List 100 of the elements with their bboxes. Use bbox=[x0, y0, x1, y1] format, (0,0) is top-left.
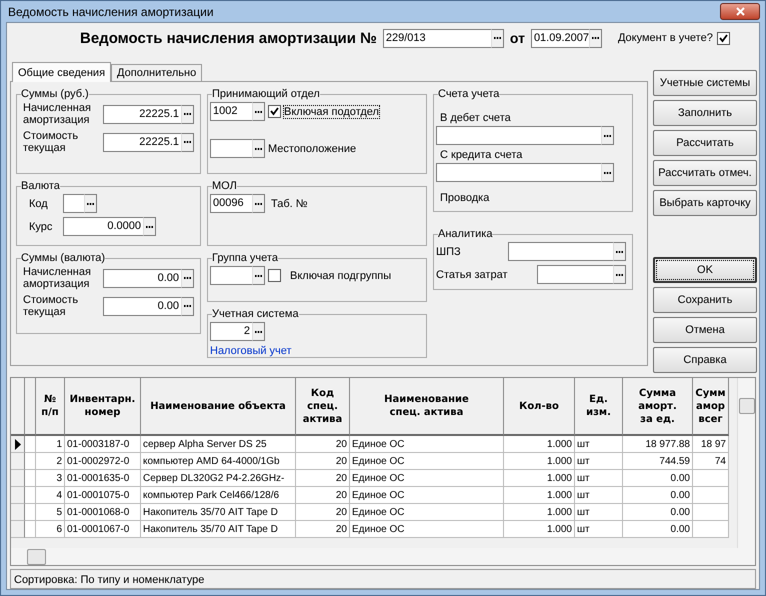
lookup-button[interactable] bbox=[181, 296, 194, 316]
lookup-field[interactable]: 00096 bbox=[210, 194, 252, 213]
group-title: МОЛ bbox=[212, 180, 237, 192]
checkbox[interactable] bbox=[268, 269, 281, 282]
group-title: Счета учета bbox=[438, 88, 500, 100]
field-label: Стоимость текущая bbox=[23, 294, 80, 318]
column-header[interactable]: Сумма аморт. за ед. bbox=[623, 378, 693, 436]
lookup-field[interactable]: 01.09.2007 bbox=[530, 28, 589, 48]
table-cell: 0.00 bbox=[623, 470, 693, 487]
column-header[interactable]: № п/п bbox=[36, 378, 65, 436]
lookup-button[interactable] bbox=[613, 265, 626, 284]
lookup-button[interactable] bbox=[252, 322, 265, 341]
lookup-field[interactable]: 1002 bbox=[210, 102, 252, 121]
lookup-button[interactable] bbox=[181, 104, 194, 124]
table-cell: 1.000 bbox=[504, 504, 575, 521]
table-cell: Единое ОС bbox=[350, 504, 504, 521]
checkbox[interactable] bbox=[716, 32, 730, 44]
vertical-scrollbar[interactable] bbox=[737, 378, 755, 548]
lookup-field[interactable]: 0.0000 bbox=[63, 217, 143, 236]
table-cell: 20 bbox=[296, 453, 350, 470]
action-button[interactable]: Рассчитать bbox=[653, 130, 757, 156]
lookup-button[interactable] bbox=[84, 194, 97, 213]
table-cell: компьютер AMD 64-4000/1Gb bbox=[141, 453, 296, 470]
lookup-button[interactable] bbox=[601, 163, 614, 182]
lookup-field[interactable]: 22225.1 bbox=[103, 132, 181, 152]
table-cell: шт bbox=[575, 487, 623, 504]
close-button[interactable] bbox=[720, 3, 760, 20]
column-header[interactable]: Сумм амор всег bbox=[693, 378, 729, 436]
table-cell: 18 97 bbox=[693, 436, 729, 453]
action-button[interactable]: Заполнить bbox=[653, 100, 757, 126]
lookup-button[interactable] bbox=[252, 139, 265, 158]
table-cell: 74 bbox=[693, 453, 729, 470]
lookup-button[interactable] bbox=[613, 242, 626, 261]
table-cell: 1.000 bbox=[504, 521, 575, 538]
checkbox-label: Включая подгруппы bbox=[290, 270, 392, 282]
lookup-button[interactable] bbox=[252, 266, 265, 285]
lookup-field[interactable]: 229/013 bbox=[382, 28, 491, 48]
lookup-button[interactable] bbox=[490, 28, 504, 48]
lookup-field[interactable]: 0.00 bbox=[103, 296, 181, 316]
table-cell: 1 bbox=[36, 436, 65, 453]
table-cell: Единое ОС bbox=[350, 470, 504, 487]
lookup-field[interactable] bbox=[436, 163, 601, 182]
action-button[interactable]: Сохранить bbox=[653, 287, 757, 313]
checkbox[interactable] bbox=[268, 105, 281, 118]
date-label: от bbox=[510, 30, 525, 46]
system-link[interactable]: Налоговый учет bbox=[210, 345, 420, 357]
table-cell: шт bbox=[575, 436, 623, 453]
action-button[interactable]: Учетные системы bbox=[653, 70, 757, 96]
table-cell: Накопитель 35/70 AIT Tape D bbox=[141, 521, 296, 538]
lookup-button[interactable] bbox=[181, 132, 194, 152]
lookup-field[interactable] bbox=[63, 194, 84, 213]
table-cell: 1.000 bbox=[504, 470, 575, 487]
status-bar: Сортировка: По типу и номенклатуре bbox=[10, 569, 756, 589]
lookup-field[interactable]: 0.00 bbox=[103, 268, 181, 288]
row-indicator[interactable] bbox=[11, 436, 25, 453]
checkbox-label: Включая подотдел bbox=[284, 106, 379, 118]
column-header[interactable]: Код спец. актива bbox=[296, 378, 350, 436]
group-title: Аналитика bbox=[438, 228, 492, 240]
table-cell: 4 bbox=[36, 487, 65, 504]
lookup-button[interactable] bbox=[252, 102, 265, 121]
action-button[interactable]: OK bbox=[653, 257, 757, 283]
table-cell: 20 bbox=[296, 487, 350, 504]
table-cell: 6 bbox=[36, 521, 65, 538]
lookup-field[interactable] bbox=[210, 266, 252, 285]
lookup-field[interactable] bbox=[537, 265, 613, 284]
column-header[interactable]: Ед. изм. bbox=[575, 378, 623, 436]
action-button[interactable]: Справка bbox=[653, 347, 757, 373]
lookup-field[interactable]: 2 bbox=[210, 322, 252, 341]
tab[interactable]: Общие сведения bbox=[12, 62, 112, 82]
table-cell: шт bbox=[575, 453, 623, 470]
table-cell: 1.000 bbox=[504, 487, 575, 504]
lookup-button[interactable] bbox=[181, 268, 194, 288]
lookup-button[interactable] bbox=[588, 28, 602, 48]
group-title: Суммы (валюта) bbox=[21, 252, 106, 264]
field-label: ШПЗ bbox=[436, 246, 461, 258]
tab[interactable]: Дополнительно bbox=[111, 64, 202, 81]
lookup-button[interactable] bbox=[601, 126, 614, 145]
table-cell: Единое ОС bbox=[350, 487, 504, 504]
column-header[interactable]: Наименование объекта bbox=[141, 378, 296, 436]
column-header[interactable]: Кол-во bbox=[504, 378, 575, 436]
lookup-field[interactable] bbox=[210, 139, 252, 158]
group-title: Группа учета bbox=[212, 252, 278, 264]
action-button[interactable]: Рассчитать отмеч. bbox=[653, 160, 757, 186]
lookup-button[interactable] bbox=[143, 217, 156, 236]
lookup-field[interactable]: 22225.1 bbox=[103, 104, 181, 124]
column-header[interactable]: Инвентарн. номер bbox=[65, 378, 141, 436]
posted-label: Документ в учете? bbox=[618, 32, 713, 44]
column-header[interactable]: Наименование спец. актива bbox=[350, 378, 504, 436]
action-button[interactable]: Выбрать карточку bbox=[653, 190, 757, 216]
table-cell: 20 bbox=[296, 436, 350, 453]
field-label: Курс bbox=[29, 220, 54, 232]
lookup-button[interactable] bbox=[252, 194, 265, 213]
action-button[interactable]: Отмена bbox=[653, 317, 757, 343]
lookup-field[interactable] bbox=[436, 126, 601, 145]
table-cell: 0.00 bbox=[623, 504, 693, 521]
field-label: Стоимость текущая bbox=[23, 130, 80, 154]
posting-label: Проводка bbox=[440, 192, 490, 204]
lookup-field[interactable] bbox=[508, 242, 613, 261]
table-cell: 01-0001075-0 bbox=[65, 487, 141, 504]
table-cell: шт bbox=[575, 470, 623, 487]
